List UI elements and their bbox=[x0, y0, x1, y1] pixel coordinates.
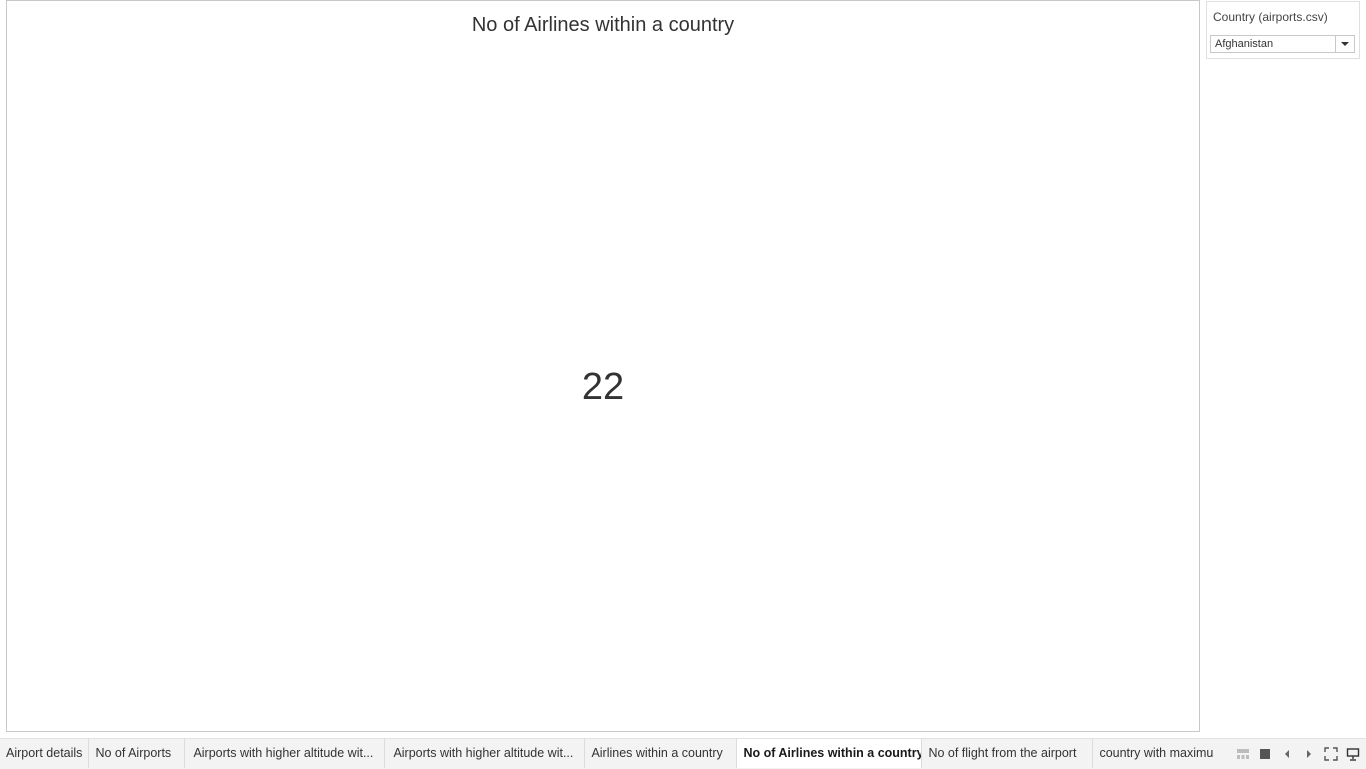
sheet-title: No of Airlines within a country bbox=[471, 14, 735, 36]
sheet-view-icon[interactable] bbox=[1254, 739, 1276, 769]
filmstrip-view-icon[interactable] bbox=[1232, 739, 1254, 769]
chevron-down-icon bbox=[1341, 42, 1349, 46]
country-filter-card: Country (airports.csv) Afghanistan bbox=[1206, 1, 1360, 59]
sheet-tabs: Airport details No of Airports Airports … bbox=[0, 739, 1222, 769]
tab-no-of-airlines-within-country[interactable]: No of Airlines within a country bbox=[737, 739, 923, 768]
tab-airlines-within-country[interactable]: Airlines within a country bbox=[585, 739, 738, 768]
sheet-tab-bar: Airport details No of Airports Airports … bbox=[0, 738, 1366, 769]
tab-country-with-maximum[interactable]: country with maximu bbox=[1093, 739, 1219, 768]
tab-airports-higher-altitude-1[interactable]: Airports with higher altitude wit... bbox=[185, 739, 386, 768]
tab-navigation-controls bbox=[1232, 739, 1364, 769]
country-dropdown-value: Afghanistan bbox=[1215, 38, 1274, 50]
tab-airport-details[interactable]: Airport details bbox=[0, 739, 90, 768]
airline-count-value[interactable]: 22 bbox=[7, 366, 1199, 409]
tab-airports-higher-altitude-2[interactable]: Airports with higher altitude wit... bbox=[385, 739, 586, 768]
country-dropdown[interactable]: Afghanistan bbox=[1210, 35, 1355, 53]
dropdown-toggle[interactable] bbox=[1335, 36, 1354, 52]
fullscreen-icon[interactable] bbox=[1320, 739, 1342, 769]
tab-no-of-airports[interactable]: No of Airports bbox=[89, 739, 186, 768]
previous-tab-icon[interactable] bbox=[1276, 739, 1298, 769]
filter-title: Country (airports.csv) bbox=[1213, 10, 1328, 24]
next-tab-icon[interactable] bbox=[1298, 739, 1320, 769]
presentation-mode-icon[interactable] bbox=[1342, 739, 1364, 769]
tab-no-of-flight-from-airport[interactable]: No of flight from the airport bbox=[922, 739, 1094, 768]
worksheet-view: No of Airlines within a country 22 bbox=[6, 0, 1200, 732]
